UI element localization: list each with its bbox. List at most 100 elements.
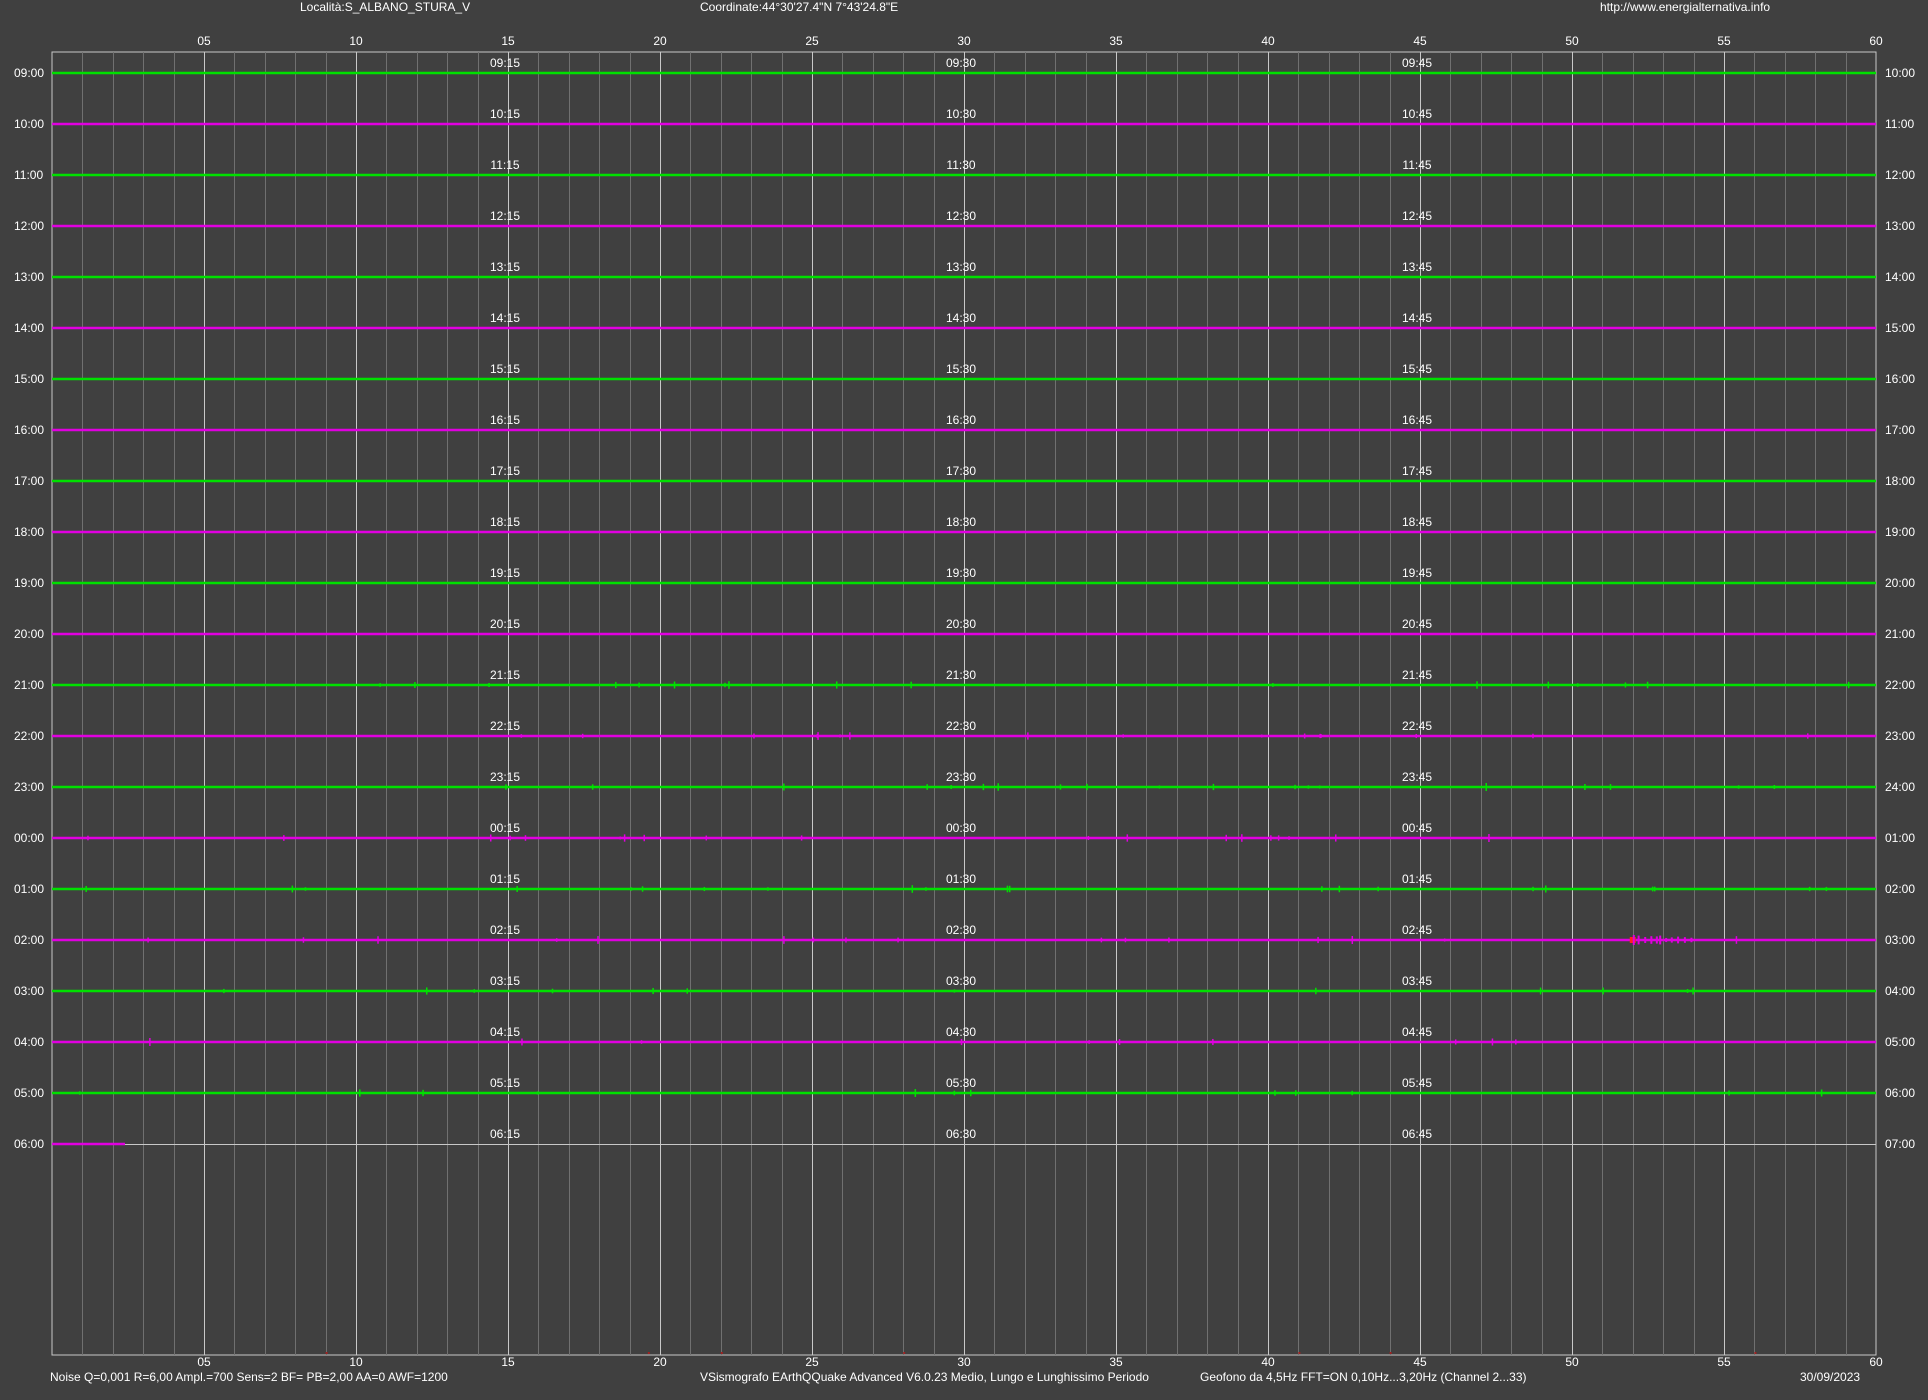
sensor-info: Geofono da 4,5Hz FFT=ON 0,10Hz...3,20Hz … <box>1200 1370 1527 1384</box>
row-time-label-right: 17:00 <box>1885 423 1915 437</box>
quarter-hour-label: 17:30 <box>946 464 976 478</box>
row-time-label-left: 23:00 <box>14 780 44 794</box>
quarter-hour-label: 12:30 <box>946 209 976 223</box>
row-time-label-left: 21:00 <box>14 678 44 692</box>
quarter-hour-label: 05:15 <box>490 1076 520 1090</box>
x-tick-label-top: 05 <box>197 34 211 48</box>
quarter-hour-label: 20:45 <box>1402 617 1432 631</box>
row-time-label-left: 01:00 <box>14 882 44 896</box>
x-tick-label-bottom: 55 <box>1717 1355 1731 1369</box>
quarter-hour-label: 22:30 <box>946 719 976 733</box>
row-time-label-left: 14:00 <box>14 321 44 335</box>
x-tick-label-top: 50 <box>1565 34 1579 48</box>
x-tick-label-bottom: 10 <box>349 1355 363 1369</box>
quarter-hour-label: 17:15 <box>490 464 520 478</box>
x-tick-label-top: 35 <box>1109 34 1123 48</box>
quarter-hour-label: 15:30 <box>946 362 976 376</box>
quarter-hour-label: 10:45 <box>1402 107 1432 121</box>
quarter-hour-label: 14:45 <box>1402 311 1432 325</box>
row-time-label-right: 03:00 <box>1885 933 1915 947</box>
quarter-hour-label: 20:30 <box>946 617 976 631</box>
row-time-label-left: 13:00 <box>14 270 44 284</box>
row-time-label-left: 17:00 <box>14 474 44 488</box>
x-tick-label-bottom: 15 <box>501 1355 515 1369</box>
row-time-label-left: 19:00 <box>14 576 44 590</box>
row-time-label-left: 04:00 <box>14 1035 44 1049</box>
x-tick-label-top: 20 <box>653 34 667 48</box>
row-time-label-right: 06:00 <box>1885 1086 1915 1100</box>
quarter-hour-label: 05:45 <box>1402 1076 1432 1090</box>
row-time-label-right: 23:00 <box>1885 729 1915 743</box>
quarter-hour-label: 22:15 <box>490 719 520 733</box>
row-time-label-right: 05:00 <box>1885 1035 1915 1049</box>
x-tick-label-bottom: 20 <box>653 1355 667 1369</box>
quarter-hour-label: 10:30 <box>946 107 976 121</box>
row-time-label-left: 22:00 <box>14 729 44 743</box>
x-tick-label-bottom: 40 <box>1261 1355 1275 1369</box>
quarter-hour-label: 01:15 <box>490 872 520 886</box>
quarter-hour-label: 15:15 <box>490 362 520 376</box>
quarter-hour-label: 21:15 <box>490 668 520 682</box>
row-time-label-left: 05:00 <box>14 1086 44 1100</box>
quarter-hour-label: 16:15 <box>490 413 520 427</box>
row-time-label-left: 03:00 <box>14 984 44 998</box>
row-time-label-left: 20:00 <box>14 627 44 641</box>
instrument-params: Noise Q=0,001 R=6,00 Ampl.=700 Sens=2 BF… <box>50 1370 448 1384</box>
x-tick-label-top: 10 <box>349 34 363 48</box>
row-time-label-left: 15:00 <box>14 372 44 386</box>
x-tick-label-bottom: 45 <box>1413 1355 1427 1369</box>
row-time-label-right: 16:00 <box>1885 372 1915 386</box>
row-time-label-right: 15:00 <box>1885 321 1915 335</box>
quarter-hour-label: 09:30 <box>946 56 976 70</box>
quarter-hour-label: 12:15 <box>490 209 520 223</box>
quarter-hour-label: 23:15 <box>490 770 520 784</box>
x-tick-label-top: 45 <box>1413 34 1427 48</box>
quarter-hour-label: 23:45 <box>1402 770 1432 784</box>
quarter-hour-label: 21:45 <box>1402 668 1432 682</box>
x-tick-label-bottom: 50 <box>1565 1355 1579 1369</box>
row-time-label-left: 10:00 <box>14 117 44 131</box>
quarter-hour-label: 15:45 <box>1402 362 1432 376</box>
row-time-label-left: 12:00 <box>14 219 44 233</box>
quarter-hour-label: 18:45 <box>1402 515 1432 529</box>
x-tick-label-top: 15 <box>501 34 515 48</box>
quarter-hour-label: 16:45 <box>1402 413 1432 427</box>
row-time-label-left: 00:00 <box>14 831 44 845</box>
quarter-hour-label: 03:15 <box>490 974 520 988</box>
x-tick-label-bottom: 35 <box>1109 1355 1123 1369</box>
x-tick-label-top: 55 <box>1717 34 1731 48</box>
quarter-hour-label: 13:30 <box>946 260 976 274</box>
row-time-label-left: 11:00 <box>14 168 43 182</box>
row-time-label-right: 11:00 <box>1885 117 1914 131</box>
quarter-hour-label: 03:30 <box>946 974 976 988</box>
row-time-label-right: 19:00 <box>1885 525 1915 539</box>
row-time-label-left: 06:00 <box>14 1137 44 1151</box>
quarter-hour-label: 17:45 <box>1402 464 1432 478</box>
quarter-hour-label: 23:30 <box>946 770 976 784</box>
quarter-hour-label: 09:45 <box>1402 56 1432 70</box>
row-time-label-right: 18:00 <box>1885 474 1915 488</box>
quarter-hour-label: 09:15 <box>490 56 520 70</box>
x-tick-label-bottom: 25 <box>805 1355 819 1369</box>
quarter-hour-label: 18:30 <box>946 515 976 529</box>
record-date: 30/09/2023 <box>1800 1370 1861 1384</box>
row-time-label-right: 13:00 <box>1885 219 1915 233</box>
quarter-hour-label: 04:45 <box>1402 1025 1432 1039</box>
quarter-hour-label: 03:45 <box>1402 974 1432 988</box>
x-tick-label-top: 60 <box>1869 34 1883 48</box>
row-time-label-left: 16:00 <box>14 423 44 437</box>
row-time-label-right: 22:00 <box>1885 678 1915 692</box>
row-time-label-right: 20:00 <box>1885 576 1915 590</box>
quarter-hour-label: 06:15 <box>490 1127 520 1141</box>
quarter-hour-label: 01:30 <box>946 872 976 886</box>
quarter-hour-label: 02:45 <box>1402 923 1432 937</box>
quarter-hour-label: 00:45 <box>1402 821 1432 835</box>
quarter-hour-label: 19:15 <box>490 566 520 580</box>
row-time-label-right: 07:00 <box>1885 1137 1915 1151</box>
row-time-label-right: 14:00 <box>1885 270 1915 284</box>
quarter-hour-label: 13:45 <box>1402 260 1432 274</box>
x-tick-label-top: 25 <box>805 34 819 48</box>
row-time-label-right: 21:00 <box>1885 627 1915 641</box>
quarter-hour-label: 06:30 <box>946 1127 976 1141</box>
quarter-hour-label: 02:15 <box>490 923 520 937</box>
